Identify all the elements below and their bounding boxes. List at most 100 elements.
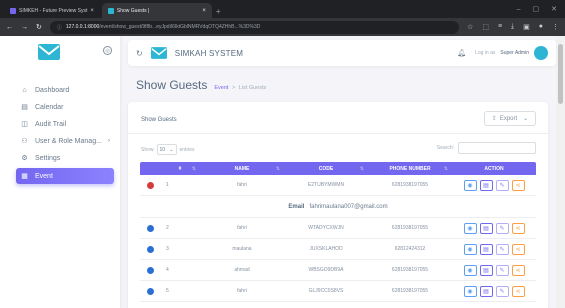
detail-icon[interactable]: ▤ [479,243,493,255]
export-label: Export [499,115,518,122]
favicon-icon [10,7,16,14]
brand: ◎ [0,36,120,68]
share-icon[interactable]: ⋖ [511,222,525,234]
breadcrumb: Event > List Guests [214,85,266,91]
maximize-icon[interactable]: ▢ [533,5,540,13]
expand-row-icon[interactable] [146,224,154,232]
edit-icon[interactable]: ✎ [495,243,509,255]
page-length-select[interactable]: 10 ⌄ [156,144,177,155]
extension-icon[interactable]: ⬚ [482,23,489,31]
table-row: 1 fahri E2TUBYMWMN 6281938197055 ◉ ▤ ✎ ⋖ [140,175,536,196]
chevron-down-icon: ⌄ [169,146,174,153]
browser-tab-show-guests[interactable]: Show Guests | × [101,3,212,18]
row-number: 2 [166,225,169,231]
guest-code: GLJ9CC0S8VS [308,288,344,294]
home-icon: ⌂ [22,86,27,94]
share-icon[interactable]: ⋖ [511,179,525,191]
mail-logo-icon[interactable] [38,44,60,60]
sidebar-item-label: User & Role Manag... [35,137,102,145]
audit-icon: ◫ [21,121,28,128]
url-host: 127.0.0.1:8000 [65,24,100,30]
sidebar-item-dashboard[interactable]: ⌂ Dashboard [0,82,114,98]
mail-logo-icon [150,47,167,59]
refresh-icon[interactable]: ↻ [136,49,143,58]
detail-icon[interactable]: ▤ [479,222,493,234]
detail-icon[interactable]: ▤ [479,285,493,297]
sidepanel-icon[interactable]: ▣ [523,23,530,31]
expand-row-icon[interactable] [146,245,154,253]
row-number: 5 [166,288,169,294]
row-actions: ◉ ▤ ✎ ⋖ [452,179,536,191]
export-button[interactable]: ⇪ Export ⌄ [484,111,536,126]
profile-icon[interactable]: ● [539,23,543,31]
view-icon[interactable]: ◉ [463,285,477,297]
user-area: 🔔︎ Log in as Super Admin [457,46,548,60]
view-icon[interactable]: ◉ [463,264,477,276]
table-search: Search: [437,142,536,154]
sidebar-item-event[interactable]: ▦ Event [16,168,114,184]
scrollbar-thumb[interactable] [558,44,563,104]
sidebar-item-settings[interactable]: ⚙ Settings [0,150,114,166]
guest-name: fahri [237,288,247,294]
row-actions: ◉ ▤ ✎ ⋖ [452,264,536,276]
system-title: SIMKAH SYSTEM [174,48,244,58]
browser-tab-title: SIMKEH - Future Preview Syst [19,7,88,14]
collapse-sidebar-icon[interactable]: ◎ [103,46,112,55]
calendar-icon: ▤ [21,104,28,111]
column-header-phone[interactable]: PHONE NUMBER ⇅ [368,166,452,172]
search-label: Search: [436,145,454,151]
sidebar-item-user-role[interactable]: ⚇ User & Role Manag... › [0,133,114,149]
column-header-name[interactable]: NAME ⇅ [200,166,284,172]
share-icon[interactable]: ⋖ [511,243,525,255]
sidebar-item-calendar[interactable]: ▤ Calendar [0,99,114,115]
back-icon[interactable]: ← [6,24,13,31]
expand-row-icon[interactable] [146,266,154,274]
view-icon[interactable]: ◉ [463,222,477,234]
close-tab-icon[interactable]: × [202,8,206,14]
reload-icon[interactable]: ↻ [36,23,42,31]
chevron-right-icon: › [108,138,110,144]
gear-icon: ⚙ [21,155,28,162]
window-close-icon[interactable]: ✕ [551,5,557,13]
edit-icon[interactable]: ✎ [495,264,509,276]
browser-tab-title: Show Guests | [116,7,150,14]
reading-list-icon[interactable]: ≡ [498,23,502,31]
breadcrumb-event[interactable]: Event [214,85,228,91]
share-icon[interactable]: ⋖ [511,264,525,276]
column-header-code[interactable]: CODE ⇅ [284,166,368,172]
column-header-number[interactable]: # ⇅ [160,166,200,172]
site-info-icon[interactable]: ⓘ [57,24,62,31]
view-icon[interactable]: ◉ [463,179,477,191]
detail-icon[interactable]: ▤ [479,179,493,191]
bell-icon[interactable]: 🔔︎ [457,49,466,57]
close-tab-icon[interactable]: × [90,8,94,14]
edit-icon[interactable]: ✎ [495,222,509,234]
sidebar-item-label: Calendar [35,103,64,111]
sidebar-item-label: Audit Trail [35,120,67,128]
export-icon: ⇪ [491,116,497,122]
new-tab-icon[interactable]: + [216,7,221,16]
view-icon[interactable]: ◉ [463,243,477,255]
expand-row-icon[interactable] [146,287,154,295]
sort-icon: ⇅ [443,165,448,172]
collapse-row-icon[interactable] [146,181,154,189]
bookmark-star-icon[interactable]: ☆ [467,23,473,31]
download-icon[interactable]: ⤓ [511,23,514,31]
avatar[interactable] [534,46,548,60]
row-actions: ◉ ▤ ✎ ⋖ [452,222,536,234]
detail-icon[interactable]: ▤ [479,264,493,276]
browser-tab-simkeh[interactable]: SIMKEH - Future Preview Syst × [4,3,100,18]
breadcrumb-separator: > [231,85,236,91]
edit-icon[interactable]: ✎ [495,285,509,297]
edit-icon[interactable]: ✎ [495,179,509,191]
sidebar-item-audit-trail[interactable]: ◫ Audit Trail [0,116,114,132]
browser-menu-icon[interactable]: ⋮ [552,23,559,31]
url-field[interactable]: ⓘ 127.0.0.1:8000 /event/show_guest/9f8b.… [49,20,460,34]
row-number: 3 [166,246,169,252]
guest-code: JUXSKLAHOD [309,246,343,252]
minimize-icon[interactable]: – [517,6,521,13]
search-input[interactable] [458,142,536,154]
page-scrollbar[interactable] [556,36,565,308]
share-icon[interactable]: ⋖ [511,285,525,297]
forward-icon[interactable]: → [21,24,28,31]
